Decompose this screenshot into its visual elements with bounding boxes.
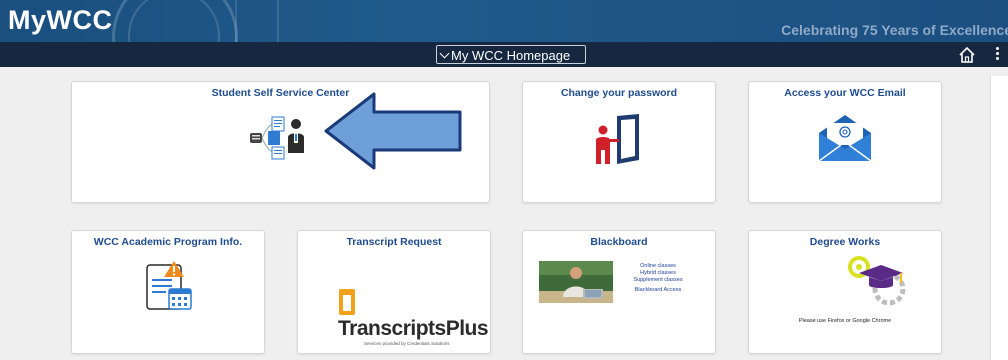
blackboard-line: Blackboard Access [634,287,682,293]
transcript-doc-icon [339,289,355,315]
side-panel-edge [990,76,1008,360]
tile-title: Blackboard [590,236,648,248]
transcript-logo-text: TranscriptsPlus [338,317,489,340]
tile-title: Degree Works [809,236,881,248]
tile-title: Access your WCC Email [784,87,906,99]
blackboard-description: Online classes Hybrid classes Supplement… [619,263,697,294]
transcript-logo-subtext: Services provided by Credentials Solutio… [364,341,450,346]
seal-decoration [235,0,279,42]
door-person-icon [596,114,639,164]
tile-transcript-request[interactable]: Transcript Request TranscriptsPlus Servi… [297,230,491,354]
chevron-down-icon [439,48,450,59]
teacher-laptop-photo [539,261,613,303]
transcript-logo-icon: TranscriptsPlus Services provided by Cre… [338,287,490,346]
tile-blackboard[interactable]: Blackboard Online classes Hybrid classes… [522,230,716,354]
blackboard-line: Supplement classes [633,277,683,283]
tile-degree-works[interactable]: Degree Works Please use Firefox or Googl… [748,230,942,354]
tile-wcc-email[interactable]: Access your WCC Email [748,81,942,203]
tile-change-password[interactable]: Change your password [522,81,716,203]
more-vertical-icon[interactable] [996,47,1000,63]
left-arrow-annotation [324,92,462,170]
header-tagline: Celebrating 75 Years of Excellence [781,22,1008,38]
tile-title: Change your password [560,87,678,99]
blackboard-line: Hybrid classes [640,270,676,276]
person-documents-icon [250,116,304,160]
envelope-icon [818,115,872,162]
tile-title: Transcript Request [346,236,442,248]
degree-works-browser-note: Please use Firefox or Google Chrome [798,318,892,324]
tile-student-self-service[interactable]: Student Self Service Center [71,81,490,203]
homepage-dropdown-label: My WCC Homepage [451,48,571,63]
app-logo[interactable]: MyWCC [8,5,113,36]
college-seal-inner [128,0,220,42]
navigation-bar: My WCC Homepage [0,42,1008,67]
graduation-cap-gears-icon [848,256,906,306]
document-warning-calendar-icon [146,261,192,310]
tile-title: WCC Academic Program Info. [93,236,243,248]
tile-academic-program-info[interactable]: WCC Academic Program Info. [71,230,265,354]
home-icon[interactable] [958,46,976,64]
header-banner: MyWCC Celebrating 75 Years of Excellence [0,0,1008,42]
blackboard-line: Online classes [640,263,676,269]
homepage-dropdown[interactable]: My WCC Homepage [436,45,586,64]
